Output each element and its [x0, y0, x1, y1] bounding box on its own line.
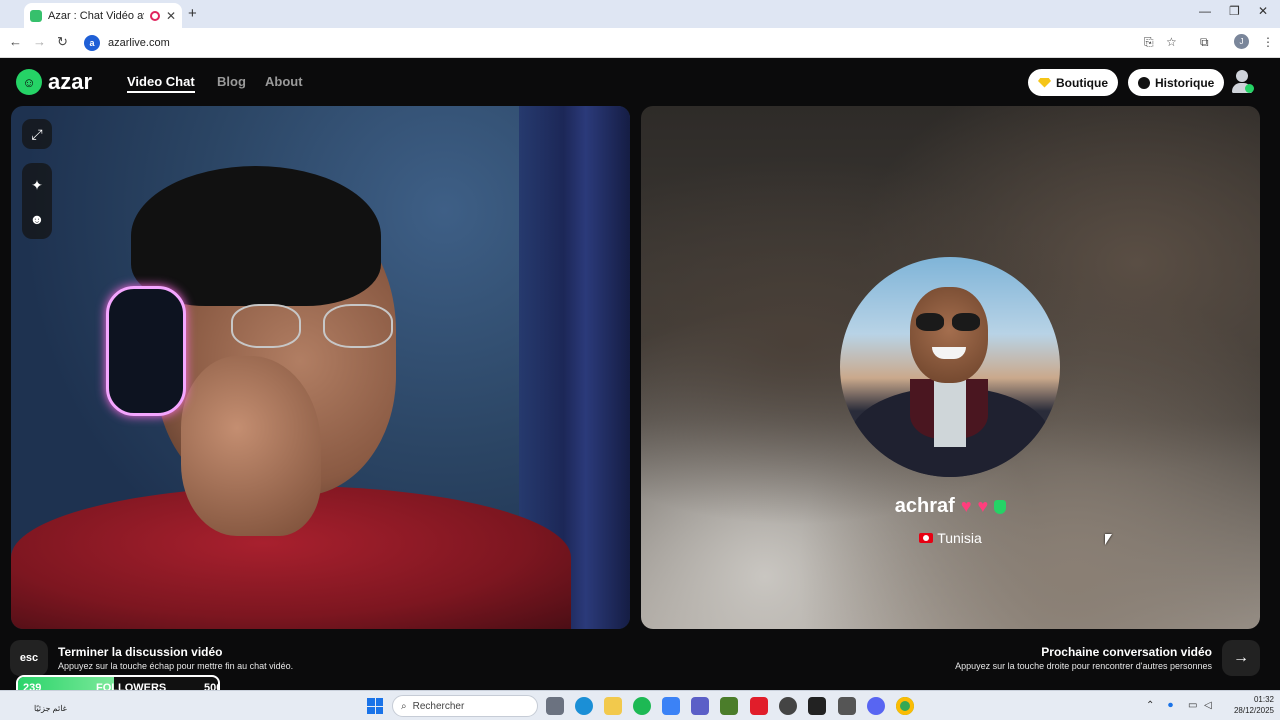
video-tools-group: ✦ ☻ [22, 163, 52, 239]
task-view-icon[interactable] [546, 697, 564, 715]
next-chat-subtitle: Appuyez sur la touche droite pour rencon… [955, 661, 1212, 671]
obs-icon[interactable] [779, 697, 797, 715]
reload-icon[interactable]: ↻ [57, 34, 68, 50]
url-text: azarlive.com [108, 36, 170, 49]
rgb-headset [106, 286, 186, 416]
mouse-cursor-icon [1105, 534, 1112, 545]
clock-date: 28/12/2025 [1233, 706, 1274, 715]
close-tab-icon[interactable]: ✕ [166, 9, 176, 23]
file-explorer-icon[interactable] [604, 697, 622, 715]
restore-icon[interactable]: ❐ [1229, 4, 1240, 18]
end-chat-title: Terminer la discussion vidéo [58, 645, 223, 659]
recording-icon [149, 10, 160, 21]
nav-video-chat[interactable]: Video Chat [127, 74, 195, 93]
edge-icon[interactable] [575, 697, 593, 715]
history-label: Historique [1155, 75, 1215, 90]
discord-icon[interactable] [867, 697, 885, 715]
expand-icon[interactable]: ⤢ [22, 119, 52, 149]
nav-blog[interactable]: Blog [217, 74, 246, 89]
url-field[interactable]: a azarlive.com [78, 31, 1128, 54]
spotify-icon[interactable] [633, 697, 651, 715]
end-chat-subtitle: Appuyez sur la touche échap pour mettre … [58, 661, 294, 671]
install-app-icon[interactable]: ⎘ [1144, 35, 1154, 50]
taskbar-search[interactable]: ⌕ Rechercher [392, 695, 538, 717]
tray-chevron-icon[interactable]: ⌃ [1146, 700, 1154, 711]
peer-video: achraf ♥ ♥ Tunisia [641, 106, 1260, 629]
logo-text: azar [48, 69, 93, 94]
windows-start-icon[interactable] [367, 698, 383, 714]
valorant-icon[interactable] [750, 697, 768, 715]
azar-logo-icon: ☺ [16, 69, 42, 95]
terminal-icon[interactable] [808, 697, 826, 715]
nav-about[interactable]: About [265, 74, 303, 89]
taskbar-clock[interactable]: 01:32 28/12/2025 [1222, 694, 1274, 716]
extensions-icon[interactable]: ⧉ [1200, 35, 1209, 50]
tab-title: Azar : Chat Vidéo avec de [48, 9, 144, 22]
volume-icon[interactable]: ◁ [1204, 700, 1212, 711]
peer-name: achraf [894, 495, 955, 517]
online-badge [1245, 84, 1254, 93]
browser-profile-icon[interactable]: J [1234, 34, 1249, 49]
network-icon[interactable]: ▭ [1188, 700, 1197, 711]
gem-icon [1038, 77, 1051, 88]
address-bar: ← → ↻ a azarlive.com ⎘ ☆ ⧉ J ⋮ [0, 28, 1280, 58]
peer-country: Tunisia [937, 530, 982, 546]
smiley-icon[interactable]: ☻ [22, 211, 52, 227]
browser-tab[interactable]: Azar : Chat Vidéo avec de ✕ [24, 3, 182, 28]
peer-avatar [840, 257, 1060, 477]
azar-favicon-icon [30, 9, 42, 22]
shop-button[interactable]: Boutique [1028, 69, 1118, 96]
bookmark-star-icon[interactable]: ☆ [1166, 35, 1177, 49]
peer-country-row: Tunisia [641, 530, 1260, 546]
peer-name-row: achraf ♥ ♥ [641, 495, 1260, 518]
clock-time: 01:32 [1253, 695, 1274, 704]
windows-taskbar: غائم جزئيًا ⌕ Rechercher ⌃ ⏺ ▭ ◁ 01:32 2… [0, 690, 1280, 720]
chrome-icon[interactable] [896, 697, 914, 715]
end-chat-button[interactable]: esc [10, 640, 48, 676]
app-header: ☺ azar Video Chat Blog About Boutique Hi… [0, 58, 1280, 106]
close-window-icon[interactable]: ✕ [1258, 4, 1268, 18]
heart-icon: ♥ [977, 496, 989, 516]
tunisia-flag-icon [919, 533, 934, 543]
back-icon[interactable]: ← [9, 34, 22, 49]
clock-icon [1138, 76, 1150, 89]
minimize-icon[interactable]: — [1199, 4, 1211, 18]
browser-tab-bar: Azar : Chat Vidéo avec de ✕ + — ❐ ✕ [0, 0, 1280, 28]
self-video [11, 106, 630, 629]
store-icon[interactable] [662, 697, 680, 715]
search-icon: ⌕ [401, 700, 407, 712]
azar-logo[interactable]: ☺ azar [16, 69, 92, 95]
shop-label: Boutique [1056, 75, 1108, 90]
history-button[interactable]: Historique [1128, 69, 1225, 96]
browser-menu-icon[interactable]: ⋮ [1262, 35, 1274, 49]
steam-icon[interactable] [838, 697, 856, 715]
arrow-right-icon[interactable]: → [1222, 640, 1260, 676]
new-tab-icon[interactable]: + [188, 5, 197, 22]
minecraft-icon[interactable] [720, 697, 738, 715]
weather-text: غائم جزئيًا [34, 704, 67, 713]
search-placeholder: Rechercher [412, 700, 465, 712]
microphone-icon[interactable]: ⏺ [1168, 700, 1173, 711]
self-glasses [231, 304, 401, 350]
forward-icon[interactable]: → [33, 34, 46, 49]
self-hand [181, 356, 321, 536]
heart-icon: ♥ [960, 496, 972, 516]
site-info-icon[interactable]: a [84, 34, 100, 51]
teams-icon[interactable] [691, 697, 709, 715]
user-profile-icon[interactable] [1231, 70, 1254, 94]
next-chat-title: Prochaine conversation vidéo [1041, 645, 1212, 659]
sparkle-icon[interactable]: ✦ [22, 177, 52, 194]
verified-shield-icon [994, 499, 1007, 514]
self-hair [131, 166, 381, 306]
